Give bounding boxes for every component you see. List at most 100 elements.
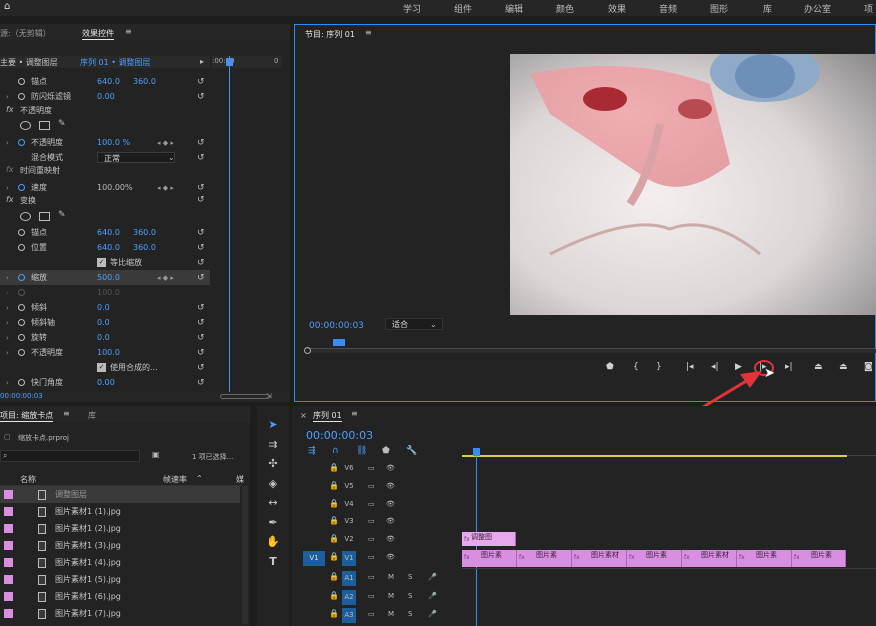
video-frame[interactable] xyxy=(510,54,876,315)
reset-icon[interactable]: ↺ xyxy=(197,77,205,87)
expand-icon[interactable]: › xyxy=(6,139,9,147)
linked-selection-icon[interactable]: ⛓ xyxy=(356,446,367,456)
stopwatch-icon[interactable] xyxy=(18,349,25,356)
stopwatch-icon[interactable] xyxy=(18,244,25,251)
prop-value[interactable]: 0.0 xyxy=(97,318,110,327)
pen-mask-icon[interactable]: ✎ xyxy=(58,210,66,220)
ec-playhead-handle[interactable] xyxy=(226,58,233,66)
reset-icon[interactable]: ↺ xyxy=(197,153,205,163)
library-tab[interactable]: 库 xyxy=(88,410,96,421)
marker-icon[interactable]: ⬟ xyxy=(606,362,614,372)
selection-tool-icon[interactable]: ➤ xyxy=(264,418,282,434)
sync-lock-icon[interactable]: ▭ xyxy=(368,464,375,472)
add-marker-icon[interactable]: ⬟ xyxy=(382,446,390,456)
reset-icon[interactable]: ↺ xyxy=(197,273,205,283)
reset-icon[interactable]: ↺ xyxy=(197,195,205,205)
track-name[interactable]: V3 xyxy=(342,517,356,525)
expand-icon[interactable]: › xyxy=(6,319,9,327)
prop-value[interactable]: 0.0 xyxy=(97,333,110,342)
image-clip[interactable]: fx 图片素 xyxy=(517,550,572,567)
prop-value[interactable]: 0.00 xyxy=(97,92,115,101)
timeline-ruler[interactable] xyxy=(462,442,876,456)
nest-icon[interactable]: ⇶ xyxy=(308,446,316,456)
menu-audio[interactable]: 音频 xyxy=(659,2,677,15)
stopwatch-icon[interactable] xyxy=(18,304,25,311)
eye-icon[interactable]: 👁 xyxy=(386,482,395,490)
home-icon[interactable]: ⌂ xyxy=(4,1,10,12)
project-item[interactable]: 图片素材1 (4).jpg xyxy=(0,554,240,571)
sync-lock-icon[interactable]: ▭ xyxy=(368,482,375,490)
reset-icon[interactable]: ↺ xyxy=(197,303,205,313)
menu-assembly[interactable]: 组件 xyxy=(454,2,472,15)
expand-icon[interactable]: › xyxy=(6,349,9,357)
close-icon[interactable]: × xyxy=(300,411,307,420)
menu-color[interactable]: 颜色 xyxy=(556,2,574,15)
image-clip[interactable]: fx 图片素 xyxy=(792,550,846,567)
menu-learn[interactable]: 学习 xyxy=(403,2,421,15)
work-area-bar[interactable] xyxy=(462,455,847,457)
timeline-menu-icon[interactable]: ≡ xyxy=(351,409,358,418)
zoom-handle-icon[interactable] xyxy=(304,347,311,354)
stopwatch-icon[interactable] xyxy=(18,78,25,85)
expand-icon[interactable]: › xyxy=(6,184,9,192)
uniform-scale-checkbox[interactable]: ✓ xyxy=(97,258,106,267)
timeline-tab[interactable]: 序列 01 xyxy=(313,410,342,422)
reset-icon[interactable]: ↺ xyxy=(197,258,205,268)
project-item[interactable]: 图片素材1 (1).jpg xyxy=(0,503,240,520)
eye-icon[interactable]: 👁 xyxy=(386,553,395,561)
stopwatch-icon[interactable] xyxy=(18,229,25,236)
slip-tool-icon[interactable]: ↔ xyxy=(264,496,282,512)
column-frame-rate[interactable]: 帧速率 xyxy=(163,474,187,485)
pen-mask-icon[interactable]: ✎ xyxy=(58,119,66,129)
expand-icon[interactable]: › xyxy=(6,334,9,342)
reset-icon[interactable]: ↺ xyxy=(197,228,205,238)
mini-timeline-ruler[interactable]: :00:00 0 xyxy=(212,56,282,68)
image-clip[interactable]: fx 图片素材 xyxy=(682,550,737,567)
ellipse-mask-icon[interactable] xyxy=(20,121,31,130)
column-name[interactable]: 名称 xyxy=(20,474,36,485)
project-item[interactable]: 图片素材1 (3).jpg xyxy=(0,537,240,554)
solo-button[interactable]: S xyxy=(408,610,412,618)
ec-timecode[interactable]: 00:00:00:03 xyxy=(0,392,43,400)
mute-button[interactable]: M xyxy=(388,592,394,600)
eye-icon[interactable]: 👁 xyxy=(386,500,395,508)
blend-mode-select[interactable]: 正常 xyxy=(97,152,175,163)
lock-icon[interactable]: 🔒 xyxy=(329,463,339,472)
keyframe-nav-icon[interactable]: ◂ ◆ ▸ xyxy=(157,184,174,192)
project-menu-icon[interactable]: ≡ xyxy=(63,409,70,418)
expand-icon[interactable]: › xyxy=(6,274,9,282)
ellipse-mask-icon[interactable] xyxy=(20,212,31,221)
hand-tool-icon[interactable]: ✋ xyxy=(264,535,282,551)
program-playhead[interactable] xyxy=(333,339,345,346)
prop-value-y[interactable]: 360.0 xyxy=(133,77,156,86)
track-name[interactable]: V1 xyxy=(342,551,356,566)
source-patch-v1[interactable]: V1 xyxy=(303,551,325,566)
solo-button[interactable]: S xyxy=(408,573,412,581)
image-clip[interactable]: fx 图片素 xyxy=(627,550,682,567)
reset-icon[interactable]: ↺ xyxy=(197,318,205,328)
project-search-input[interactable]: ⌕ xyxy=(0,450,140,462)
ec-zoom-scrollbar[interactable] xyxy=(220,394,270,399)
lock-icon[interactable]: 🔒 xyxy=(329,516,339,525)
expand-icon[interactable]: › xyxy=(6,93,9,101)
snap-icon[interactable]: ∩ xyxy=(332,446,339,456)
fit-select[interactable]: 适合 ⌄ xyxy=(385,318,443,330)
prop-value[interactable]: 100.0 % xyxy=(97,138,130,147)
extract-icon[interactable]: ⏏ xyxy=(839,362,848,372)
stopwatch-icon[interactable] xyxy=(18,139,25,146)
lock-icon[interactable]: 🔒 xyxy=(329,572,339,581)
expand-icon[interactable]: › xyxy=(6,304,9,312)
lock-icon[interactable]: 🔒 xyxy=(329,591,339,600)
menu-edit[interactable]: 编辑 xyxy=(505,2,523,15)
prop-value[interactable]: 0.0 xyxy=(97,303,110,312)
eye-icon[interactable]: 👁 xyxy=(386,464,395,472)
reset-icon[interactable]: ↺ xyxy=(197,138,205,148)
menu-library[interactable]: 库 xyxy=(763,2,772,15)
image-clip[interactable]: fx 图片素 xyxy=(737,550,792,567)
sync-lock-icon[interactable]: ▭ xyxy=(368,592,375,600)
project-tab[interactable]: 项目: 缩放卡点 xyxy=(0,410,54,422)
track-name[interactable]: V6 xyxy=(342,464,356,472)
reset-icon[interactable]: ↺ xyxy=(197,183,205,193)
effect-controls-tab[interactable]: 效果控件 xyxy=(82,28,114,40)
lift-icon[interactable]: ⏏ xyxy=(814,362,823,372)
